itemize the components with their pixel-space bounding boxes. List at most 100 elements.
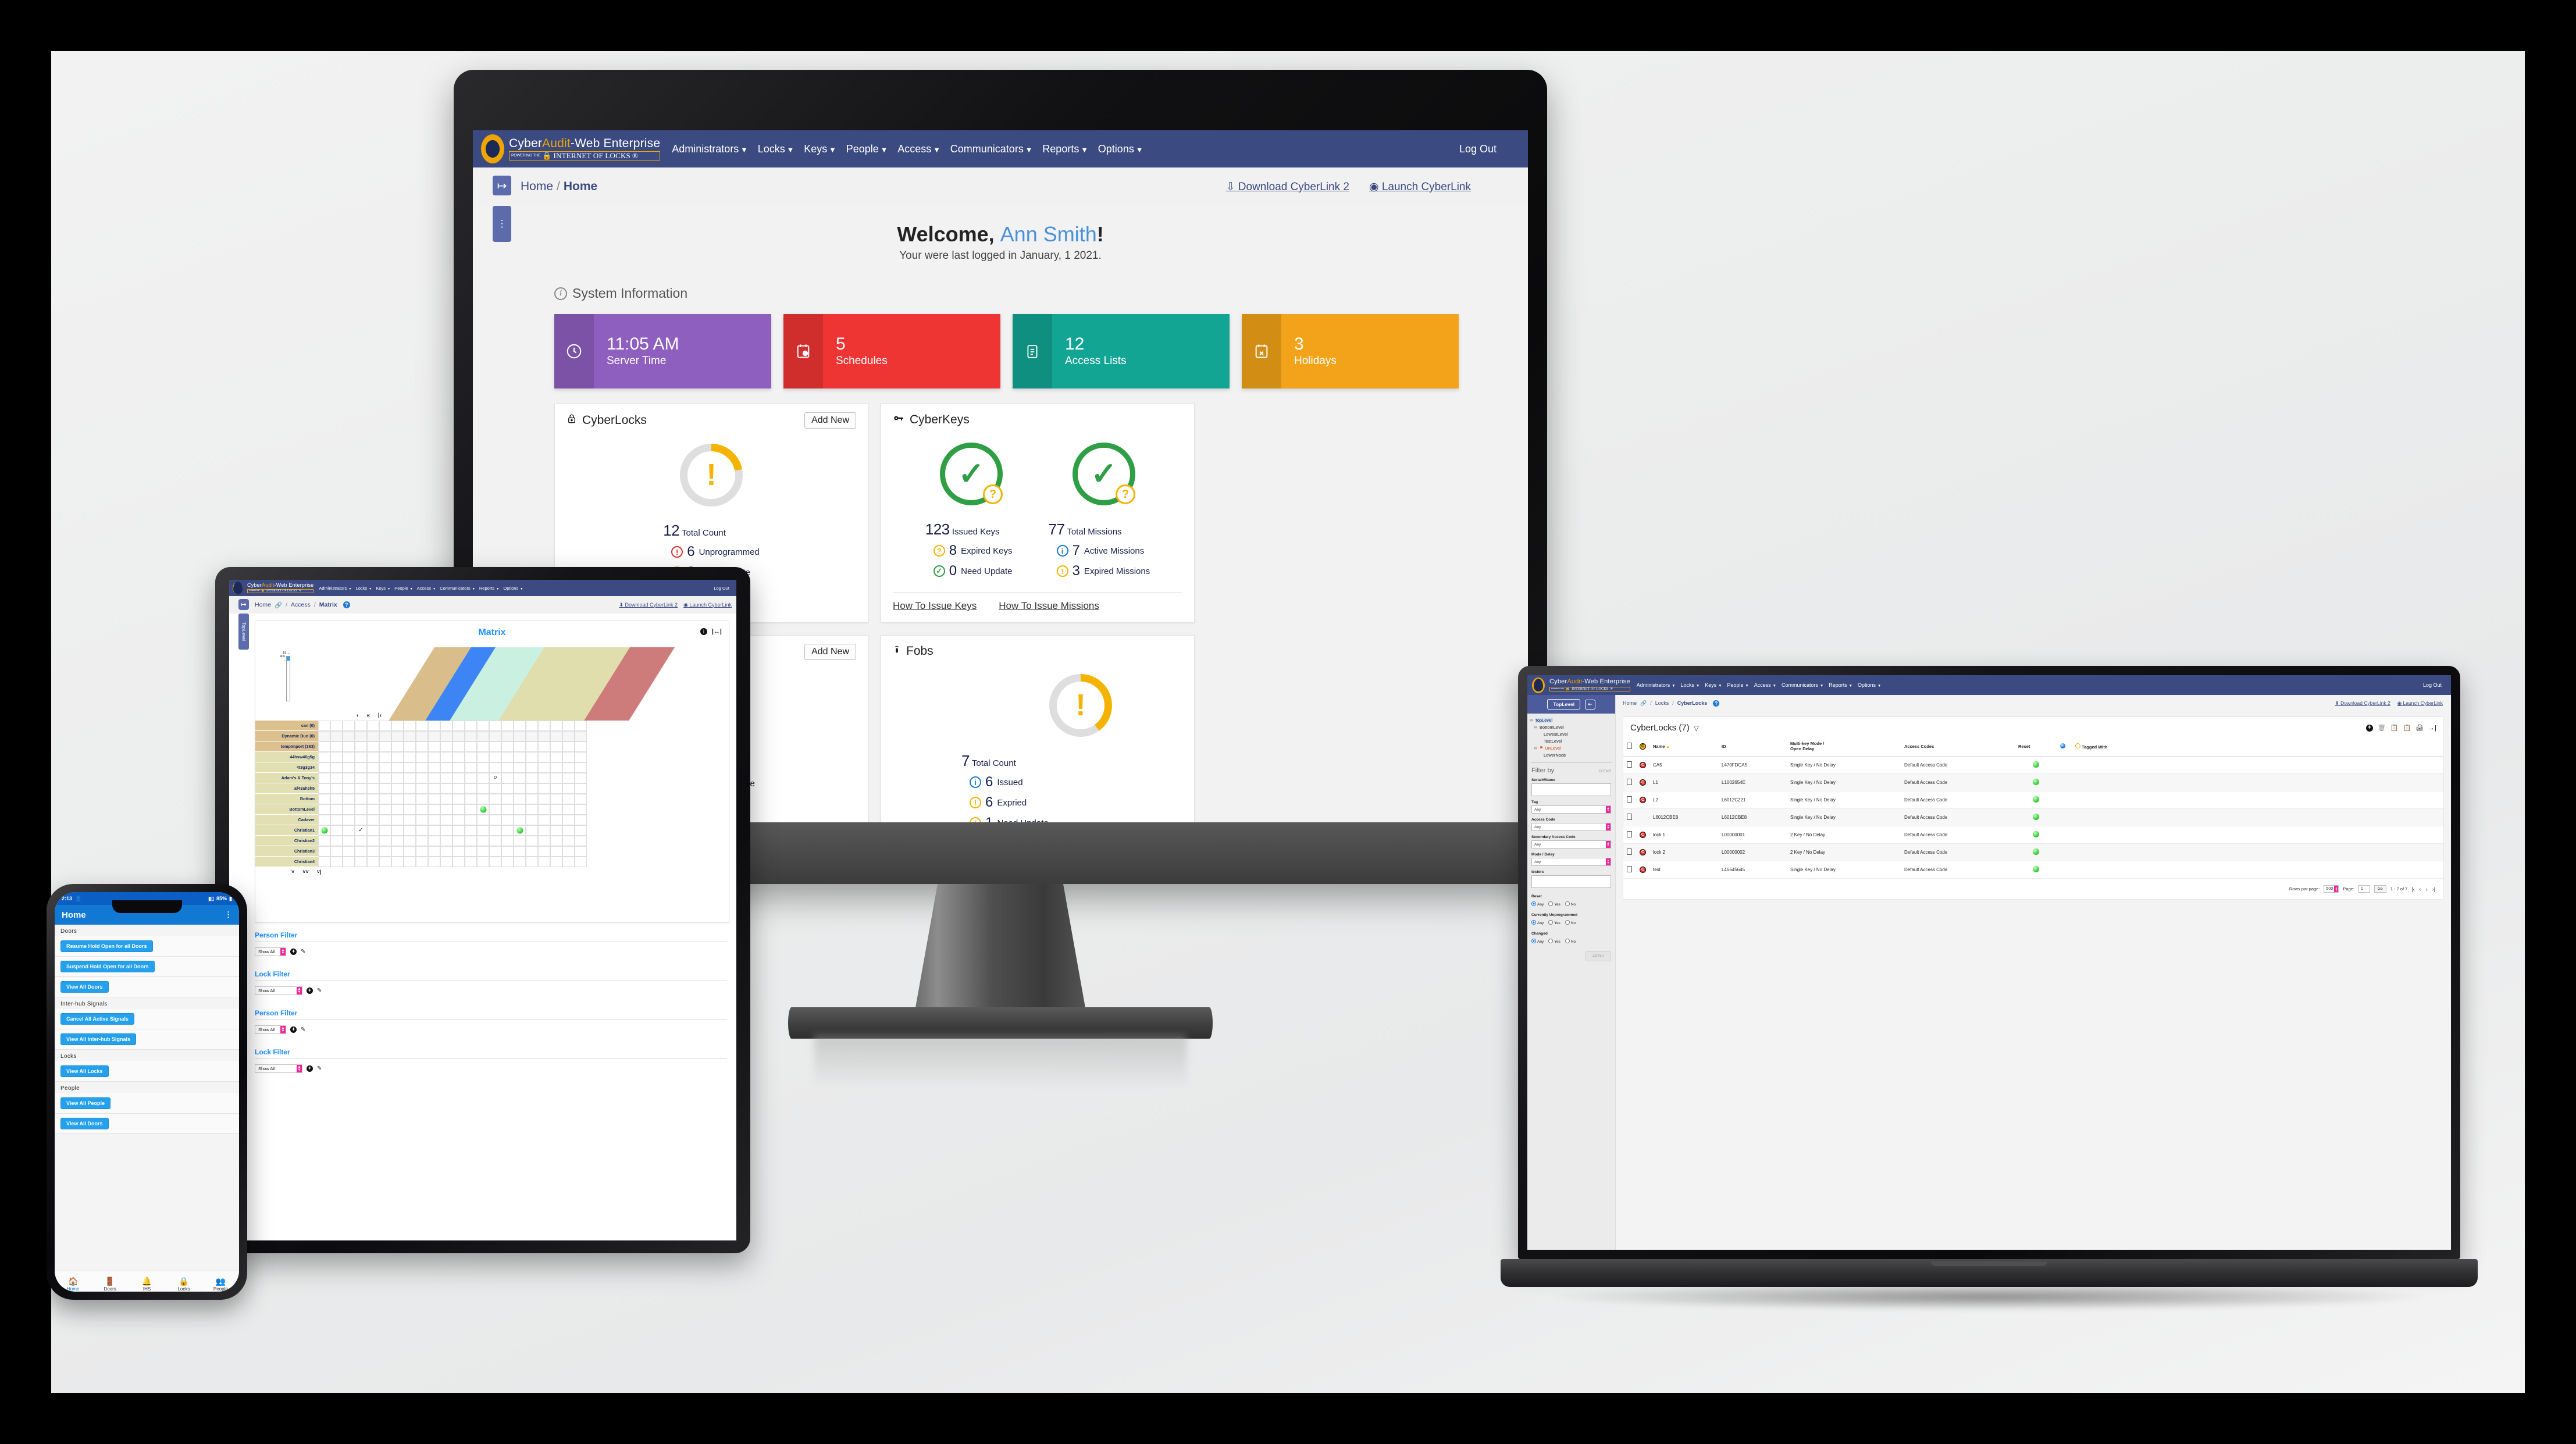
matrix-cell[interactable] — [575, 794, 587, 804]
matrix-cell[interactable] — [477, 794, 489, 804]
matrix-cell[interactable] — [404, 752, 416, 762]
matrix-cell[interactable] — [330, 815, 343, 825]
filter-input-serial[interactable] — [1531, 783, 1611, 796]
matrix-cell[interactable] — [489, 762, 501, 773]
view-all-people-button[interactable]: View All People — [60, 1097, 111, 1109]
tab-locks[interactable]: 🔒 Locks — [165, 1277, 202, 1291]
matrix-cell[interactable] — [575, 836, 587, 846]
menu-options[interactable]: Options ▼ — [503, 586, 523, 591]
matrix-cell[interactable] — [440, 794, 453, 804]
matrix-cell[interactable] — [416, 846, 428, 857]
menu-keys[interactable]: Keys ▼ — [1705, 682, 1722, 688]
matrix-cell[interactable] — [526, 741, 538, 752]
matrix-cell[interactable] — [440, 762, 453, 773]
matrix-cell[interactable] — [465, 846, 477, 857]
lock-filter-select[interactable]: Show All ▲ ▼ — [255, 1064, 302, 1073]
spinner-icon[interactable]: ▲ ▼ — [1606, 841, 1611, 848]
matrix-cell[interactable] — [440, 857, 453, 867]
add-new-cyberlock-button[interactable]: Add New — [804, 412, 856, 429]
add-icon[interactable]: + — [290, 949, 297, 955]
matrix-cell[interactable] — [453, 846, 465, 857]
matrix-cell[interactable] — [404, 741, 416, 752]
rows-per-page-input[interactable]: 500 ▲ ▼ — [2324, 885, 2339, 893]
matrix-cell[interactable] — [526, 815, 538, 825]
filter-select-access-code[interactable]: Any ▲ ▼ — [1531, 823, 1611, 831]
matrix-cell[interactable] — [501, 846, 514, 857]
matrix-cell[interactable] — [477, 857, 489, 867]
matrix-cell[interactable] — [391, 741, 404, 752]
matrix-cell[interactable] — [489, 794, 501, 804]
spinner-icon[interactable]: ▲ ▼ — [280, 948, 286, 955]
logout-link[interactable]: Log Out — [714, 586, 729, 591]
matrix-cell[interactable] — [514, 857, 526, 867]
matrix-row-label[interactable]: Bottom — [255, 794, 318, 804]
matrix-cell[interactable] — [575, 857, 587, 867]
matrix-cell[interactable] — [538, 804, 550, 815]
row-checkbox[interactable] — [1627, 814, 1632, 820]
matrix-cell[interactable] — [514, 721, 526, 731]
matrix-cell[interactable] — [550, 752, 562, 762]
matrix-cell[interactable] — [391, 804, 404, 815]
menu-locks[interactable]: Locks ▼ — [758, 143, 794, 155]
launch-cyberlink-link[interactable]: ◉ Launch CyberLink — [683, 602, 732, 608]
app-logo[interactable]: CyberAudit-Web Enterprise POWERING THE 🔒… — [481, 134, 661, 163]
matrix-cell[interactable] — [562, 804, 575, 815]
matrix-cell[interactable] — [343, 846, 355, 857]
matrix-cell[interactable] — [465, 752, 477, 762]
matrix-cell[interactable] — [318, 721, 330, 731]
matrix-cell[interactable] — [379, 794, 391, 804]
table-row[interactable]: C lock 2 L00000002 2 Key / No Delay Defa… — [1623, 843, 2443, 861]
matrix-cell[interactable] — [453, 741, 465, 752]
matrix-cell[interactable] — [428, 731, 440, 741]
matrix-cell[interactable] — [318, 857, 330, 867]
matrix-cell[interactable] — [501, 794, 514, 804]
edit-pencil-icon[interactable]: ✎ — [317, 987, 322, 994]
matrix-next-page-icon[interactable]: ˅˅ — [302, 869, 309, 875]
matrix-cell[interactable] — [404, 721, 416, 731]
matrix-cell[interactable] — [416, 741, 428, 752]
matrix-cell[interactable] — [318, 794, 330, 804]
matrix-cell[interactable] — [562, 794, 575, 804]
matrix-cell[interactable] — [575, 721, 587, 731]
menu-administrators[interactable]: Administrators ▼ — [319, 586, 351, 591]
breadcrumb-home[interactable]: Home — [1623, 700, 1637, 706]
matrix-cell[interactable] — [501, 836, 514, 846]
matrix-cell[interactable] — [489, 752, 501, 762]
matrix-cell[interactable] — [416, 731, 428, 741]
matrix-cell[interactable] — [440, 846, 453, 857]
breadc rumb-access[interactable]: Access — [291, 601, 311, 608]
matrix-cell[interactable] — [453, 762, 465, 773]
menu-communicators[interactable]: Communicators ▼ — [1782, 682, 1823, 688]
filter-input-testers[interactable] — [1531, 875, 1611, 888]
page-number-input[interactable]: 1 — [2358, 885, 2371, 893]
matrix-cell[interactable] — [367, 815, 379, 825]
tree-node-lowestlevel[interactable]: LowestLevel — [1530, 730, 1615, 737]
matrix-cell[interactable] — [514, 836, 526, 846]
matrix-cell[interactable] — [562, 762, 575, 773]
person-filter-select[interactable]: Show All ▲ ▼ — [255, 1025, 286, 1034]
lock-filter-select[interactable]: Show All ▲ ▼ — [255, 986, 302, 995]
matrix-cell[interactable] — [514, 794, 526, 804]
matrix-cell[interactable] — [428, 846, 440, 857]
download-cyberlink-link[interactable]: ⬇ Download CyberLink 2 — [2335, 700, 2390, 707]
matrix-cell[interactable] — [562, 752, 575, 762]
matrix-cell[interactable] — [562, 836, 575, 846]
menu-keys[interactable]: Keys ▼ — [376, 586, 390, 591]
sort-ascending-icon[interactable]: ▲ — [1666, 745, 1670, 749]
matrix-cell[interactable] — [391, 794, 404, 804]
matrix-cell[interactable] — [391, 783, 404, 794]
go-button[interactable]: Go — [2374, 885, 2386, 893]
matrix-cell[interactable] — [416, 762, 428, 773]
matrix-cell[interactable] — [562, 857, 575, 867]
matrix-cell[interactable] — [550, 857, 562, 867]
matrix-cell[interactable] — [562, 815, 575, 825]
matrix-row-label[interactable]: Dynamic Duo (0) — [255, 731, 318, 741]
menu-keys[interactable]: Keys ▼ — [804, 143, 836, 155]
menu-people[interactable]: People ▼ — [846, 143, 888, 155]
matrix-cell[interactable] — [355, 762, 367, 773]
matrix-cell[interactable] — [453, 794, 465, 804]
matrix-cell[interactable] — [538, 731, 550, 741]
matrix-cell[interactable] — [550, 721, 562, 731]
matrix-cell[interactable] — [501, 741, 514, 752]
help-icon[interactable]: ? — [343, 601, 350, 608]
